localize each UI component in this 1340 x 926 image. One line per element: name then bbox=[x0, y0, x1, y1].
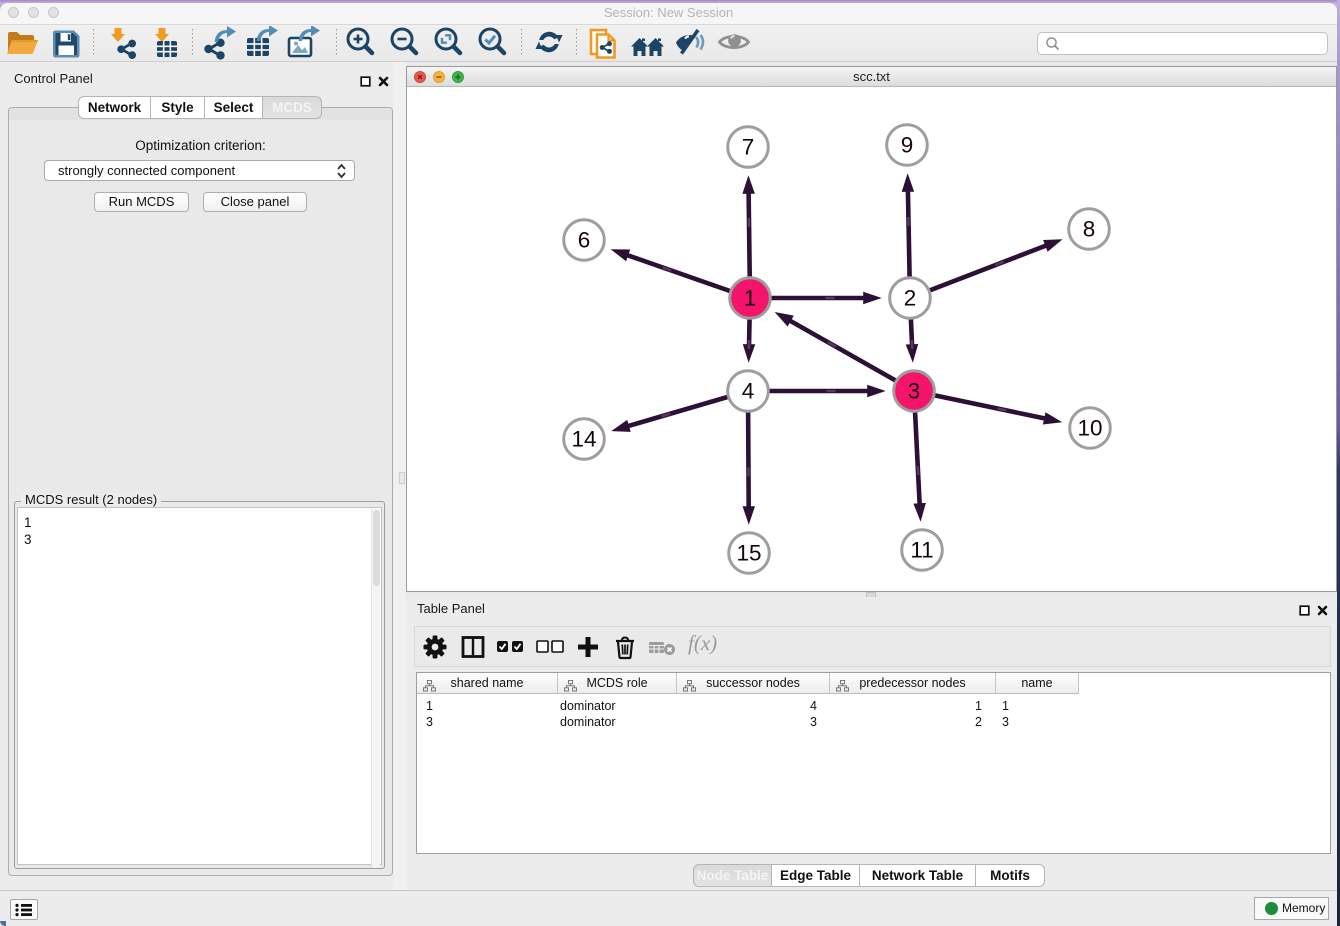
svg-text:14: 14 bbox=[571, 427, 596, 452]
svg-text:6: 6 bbox=[578, 228, 591, 253]
svg-text:11: 11 bbox=[910, 538, 933, 563]
svg-text:9: 9 bbox=[901, 133, 914, 158]
svg-text:3: 3 bbox=[908, 379, 921, 404]
svg-text:8: 8 bbox=[1083, 217, 1096, 242]
svg-text:15: 15 bbox=[736, 541, 761, 566]
svg-text:1: 1 bbox=[744, 286, 757, 311]
svg-text:10: 10 bbox=[1077, 416, 1102, 441]
svg-text:2: 2 bbox=[904, 286, 917, 311]
svg-text:7: 7 bbox=[742, 135, 755, 160]
svg-text:4: 4 bbox=[742, 379, 755, 404]
